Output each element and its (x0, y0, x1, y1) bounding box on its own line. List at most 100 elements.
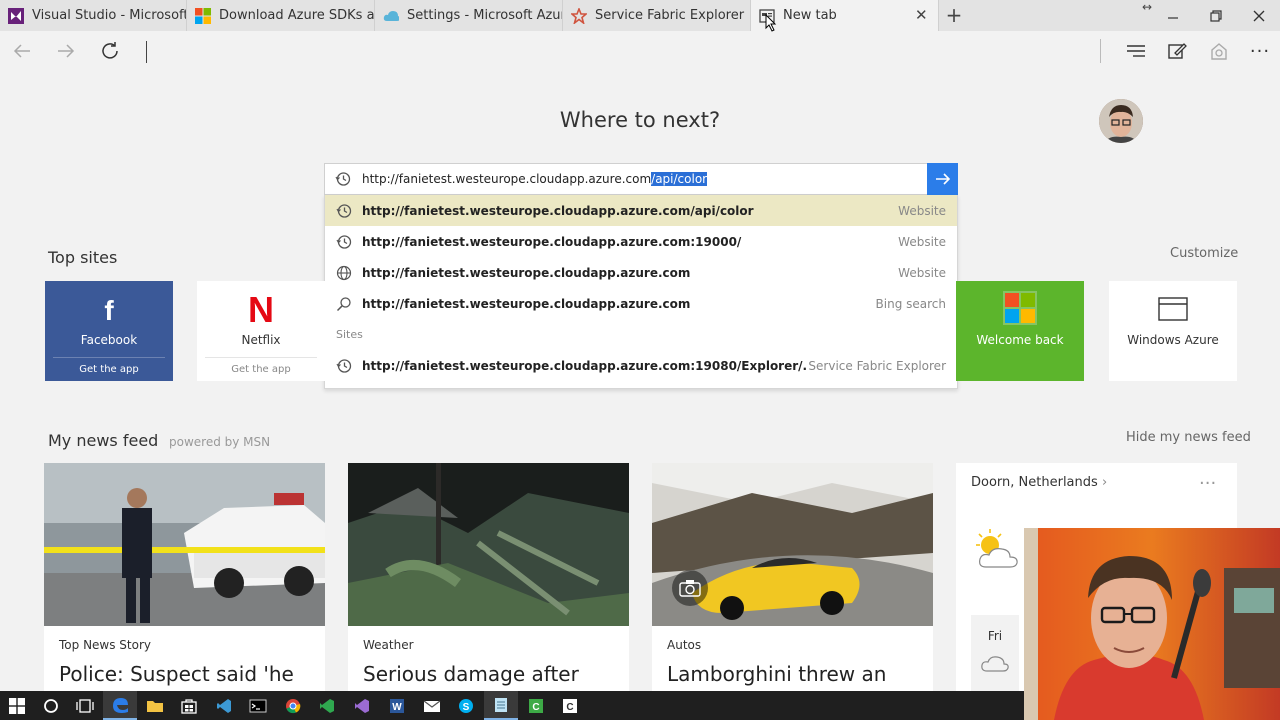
taskbar-store[interactable] (172, 691, 206, 720)
news-headline[interactable]: Lamborghini threw an (667, 662, 886, 686)
taskbar-recorder[interactable]: C (553, 691, 587, 720)
taskbar-mail[interactable] (415, 691, 449, 720)
start-button[interactable] (0, 691, 34, 720)
windows-logo-icon (9, 697, 25, 714)
hub-button[interactable] (1114, 31, 1158, 71)
webcam-overlay (1024, 528, 1280, 720)
web-note-button[interactable] (1155, 31, 1199, 71)
partly-sunny-icon (972, 527, 1020, 575)
tab-visual-studio[interactable]: Visual Studio - Microsoft De (0, 0, 187, 31)
tile-welcome-back[interactable]: Welcome back (956, 281, 1084, 381)
suggestion-type: Website (898, 203, 946, 218)
skype-icon: S (459, 698, 473, 713)
close-window-button[interactable] (1237, 0, 1280, 31)
suggestion-item[interactable]: http://fanietest.westeurope.cloudapp.azu… (325, 226, 957, 257)
news-headline[interactable]: Police: Suspect said 'he (59, 662, 294, 686)
tab-strip: Visual Studio - Microsoft De Download Az… (0, 0, 1280, 31)
globe-icon (325, 265, 362, 281)
taskbar-app-green[interactable] (310, 691, 344, 720)
customize-link[interactable]: Customize (1170, 246, 1238, 261)
taskbar-notepad[interactable] (484, 691, 518, 720)
tab-service-fabric[interactable]: Service Fabric Explorer (563, 0, 751, 31)
cortana-button[interactable] (34, 691, 68, 720)
suggestion-item[interactable]: http://fanietest.westeurope.cloudapp.azu… (325, 257, 957, 288)
tile-get-app[interactable]: Get the app (205, 357, 317, 375)
web-note-icon (1168, 43, 1187, 59)
visual-studio-green-icon (320, 698, 334, 713)
tile-name: Welcome back (976, 333, 1064, 347)
forward-button[interactable] (44, 31, 88, 71)
edge-icon (113, 697, 128, 713)
suggestion-text: http://fanietest.westeurope.cloudapp.azu… (362, 358, 809, 373)
news-category: Weather (363, 638, 414, 652)
back-button[interactable] (0, 31, 44, 71)
mouse-cursor-icon (765, 13, 777, 36)
tile-netflix[interactable]: N Netflix Get the app (197, 281, 325, 381)
browser-window-icon (1158, 297, 1188, 325)
tab-title: Visual Studio - Microsoft De (32, 8, 187, 23)
news-card[interactable]: Top News Story Police: Suspect said 'he (44, 463, 325, 692)
news-card[interactable]: Weather Serious damage after (348, 463, 629, 692)
windows-store-icon (1003, 291, 1037, 329)
close-tab-icon[interactable]: ✕ (915, 6, 928, 24)
taskbar-cmd[interactable] (241, 691, 275, 720)
task-view-button[interactable] (68, 691, 102, 720)
word-icon: W (390, 698, 404, 713)
restore-button[interactable] (1194, 0, 1238, 31)
top-sites-title: Top sites (48, 248, 118, 267)
new-tab-plus-icon[interactable]: + (940, 3, 968, 27)
tile-facebook[interactable]: f Facebook Get the app (45, 281, 173, 381)
mail-icon (423, 700, 441, 712)
facebook-icon: f (104, 295, 114, 326)
history-icon (325, 358, 362, 374)
tab-azure-sdks[interactable]: Download Azure SDKs and (187, 0, 375, 31)
share-button[interactable] (1197, 31, 1241, 71)
tab-new-tab[interactable]: New tab ✕ (751, 0, 939, 31)
weather-location[interactable]: Doorn, Netherlands › (971, 475, 1107, 490)
minimize-button[interactable] (1151, 0, 1195, 31)
suggestion-item[interactable]: http://fanietest.westeurope.cloudapp.azu… (325, 195, 957, 226)
site-suggestion-item[interactable]: http://fanietest.westeurope.cloudapp.azu… (325, 350, 957, 381)
news-category: Top News Story (59, 638, 152, 652)
taskbar-word[interactable]: W (380, 691, 414, 720)
tab-title: Service Fabric Explorer (595, 8, 745, 23)
tile-get-app[interactable]: Get the app (53, 357, 165, 375)
news-card[interactable]: Autos Lamborghini threw an (652, 463, 933, 692)
close-icon (1253, 10, 1265, 21)
news-headline[interactable]: Serious damage after (363, 662, 579, 686)
more-button[interactable]: ··· (1238, 31, 1280, 71)
restore-icon (1210, 9, 1222, 22)
hub-icon (1127, 45, 1145, 57)
suggestion-type: Website (898, 234, 946, 249)
store-icon (181, 698, 197, 714)
taskbar-visual-studio[interactable] (345, 691, 379, 720)
taskbar-file-explorer[interactable] (138, 691, 172, 720)
notepad-icon (495, 697, 507, 712)
taskbar-camtasia[interactable]: C (519, 691, 553, 720)
taskbar-vscode[interactable] (207, 691, 241, 720)
address-input[interactable]: http://fanietest.westeurope.cloudapp.azu… (362, 172, 708, 186)
suggestion-text: http://fanietest.westeurope.cloudapp.azu… (362, 265, 691, 280)
taskbar: W S C C (0, 691, 1024, 720)
tile-windows-azure[interactable]: Windows Azure (1109, 281, 1237, 381)
search-icon (325, 296, 362, 312)
chevron-right-icon: › (1101, 475, 1108, 490)
tab-azure-settings[interactable]: Settings - Microsoft Azure (375, 0, 563, 31)
more-dots-icon[interactable]: ··· (1199, 473, 1216, 494)
svg-text:W: W (392, 702, 402, 713)
suggestion-item[interactable]: http://fanietest.westeurope.cloudapp.azu… (325, 288, 957, 319)
address-search-box[interactable]: http://fanietest.westeurope.cloudapp.azu… (324, 163, 958, 195)
hide-news-link[interactable]: Hide my news feed (1126, 430, 1251, 445)
news-category: Autos (667, 638, 702, 652)
suggestion-type: Website (898, 265, 946, 280)
avatar[interactable] (1099, 99, 1143, 143)
camtasia-icon: C (529, 698, 543, 713)
suggestion-type: Service Fabric Explorer (808, 358, 946, 373)
taskbar-skype[interactable]: S (449, 691, 483, 720)
sites-section-label: Sites (336, 328, 363, 341)
taskbar-edge[interactable] (103, 691, 137, 720)
taskbar-chrome[interactable] (276, 691, 310, 720)
refresh-button[interactable] (88, 31, 132, 71)
go-button[interactable] (927, 163, 958, 195)
cloud-icon (980, 653, 1019, 677)
